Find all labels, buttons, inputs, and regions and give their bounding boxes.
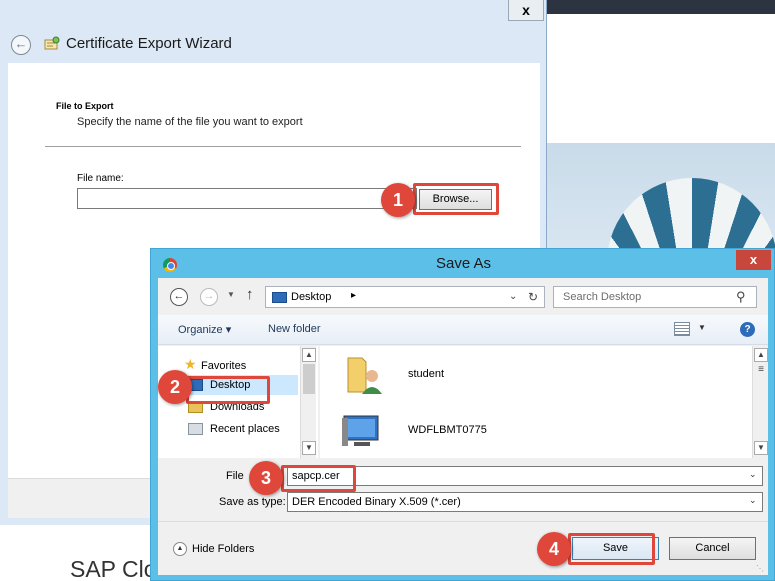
back-arrow-icon[interactable]: ← [170, 288, 188, 306]
divider [45, 146, 521, 147]
step-marker-4: 4 [537, 532, 571, 566]
address-chevron-right-icon[interactable]: ▸ [351, 290, 356, 301]
file-name-input[interactable] [77, 188, 417, 209]
hide-folders-button[interactable]: Hide Folders [192, 543, 254, 555]
file-name: student [408, 368, 445, 380]
background-heading: SAP Clo [70, 556, 157, 581]
step-marker-2: 2 [158, 370, 192, 404]
resize-grip-icon[interactable]: ⋱ [756, 564, 764, 573]
step-marker-3: 3 [249, 461, 283, 495]
desktop-highlight-box [186, 376, 270, 404]
wizard-close-button[interactable]: x [508, 0, 544, 21]
dialog-content: ← → ▼ ↑ Desktop ▸ ⌄ ↻ Search Desktop ⚲ O… [158, 278, 768, 575]
browse-highlight-box [413, 183, 499, 215]
background-hero-image [547, 143, 775, 253]
save-as-type-select[interactable]: DER Encoded Binary X.509 (*.cer) ⌄ [287, 492, 763, 512]
search-placeholder: Search Desktop [563, 291, 642, 303]
address-bar[interactable]: Desktop ▸ ⌄ ↻ [265, 286, 545, 308]
refresh-icon[interactable]: ↻ [528, 290, 538, 304]
view-dropdown-icon[interactable]: ▼ [698, 323, 706, 332]
search-input[interactable]: Search Desktop ⚲ [553, 286, 757, 308]
dialog-close-button[interactable]: x [736, 250, 771, 270]
file-name-label: File name: [77, 173, 124, 184]
wizard-title: Certificate Export Wizard [66, 35, 232, 52]
chevron-up-icon[interactable]: ▲ [173, 542, 187, 556]
desktop-folder-icon [272, 292, 287, 303]
section-subtitle: Specify the name of the file you want to… [77, 116, 303, 128]
help-icon[interactable]: ? [740, 322, 755, 337]
scrollbar-thumb[interactable] [303, 364, 315, 394]
address-location[interactable]: Desktop [291, 291, 331, 303]
dialog-toolbar: Organize ▾ New folder ▼ ? [158, 315, 768, 345]
save-highlight-box [568, 533, 655, 565]
file-name: WDFLBMT0775 [408, 424, 487, 436]
user-folder-icon [347, 357, 382, 394]
chevron-down-icon[interactable]: ⌄ [749, 495, 757, 506]
scroll-down-icon[interactable]: ▼ [754, 441, 768, 455]
file-name-label: File [226, 470, 244, 482]
hot-air-balloon-image [607, 178, 775, 253]
scrollbar-grip-icon[interactable]: ≡ [754, 364, 768, 378]
save-as-dialog: Save As x ← → ▼ ↑ Desktop ▸ ⌄ ↻ Search D… [150, 248, 775, 581]
navigation-scrollbar[interactable]: ▲ ▼ [300, 346, 316, 458]
divider [158, 521, 768, 522]
scroll-up-icon[interactable]: ▲ [302, 348, 316, 362]
section-title: File to Export [56, 101, 114, 111]
save-as-type-value[interactable]: DER Encoded Binary X.509 (*.cer) [292, 496, 461, 508]
forward-arrow-icon[interactable]: → [200, 288, 218, 306]
file-name-field[interactable]: sapcp.cer ⌄ [287, 466, 763, 486]
save-as-type-label: Save as type: [219, 496, 286, 508]
filename-highlight-box [281, 465, 356, 492]
dialog-title: Save As [435, 255, 492, 272]
recent-places-icon [188, 423, 203, 435]
new-folder-button[interactable]: New folder [268, 323, 321, 335]
sidebar-item-label: Recent places [210, 423, 280, 435]
certificate-icon [44, 36, 60, 50]
favorites-label[interactable]: Favorites [201, 360, 246, 372]
star-icon: ★ [184, 356, 197, 372]
search-icon[interactable]: ⚲ [736, 289, 746, 305]
computer-icon [342, 415, 379, 446]
step-marker-1: 1 [381, 183, 415, 217]
wizard-back-button[interactable]: ← [11, 35, 31, 55]
recent-locations-dropdown-icon[interactable]: ▼ [227, 290, 235, 299]
chevron-down-icon[interactable]: ⌄ [749, 469, 757, 480]
organize-button[interactable]: Organize ▾ [178, 323, 231, 336]
scroll-down-icon[interactable]: ▼ [302, 441, 316, 455]
files-scrollbar[interactable]: ▲ ≡ ▼ [752, 346, 768, 458]
scroll-up-icon[interactable]: ▲ [754, 348, 768, 362]
cancel-button[interactable]: Cancel [669, 537, 756, 560]
chevron-down-icon[interactable]: ⌄ [509, 291, 517, 302]
files-pane: student WDFLBMT0775 ▲ ≡ ▼ [320, 346, 768, 458]
background-top-bar [547, 0, 775, 14]
up-arrow-icon[interactable]: ↑ [246, 286, 254, 303]
view-options-icon[interactable] [674, 322, 690, 336]
